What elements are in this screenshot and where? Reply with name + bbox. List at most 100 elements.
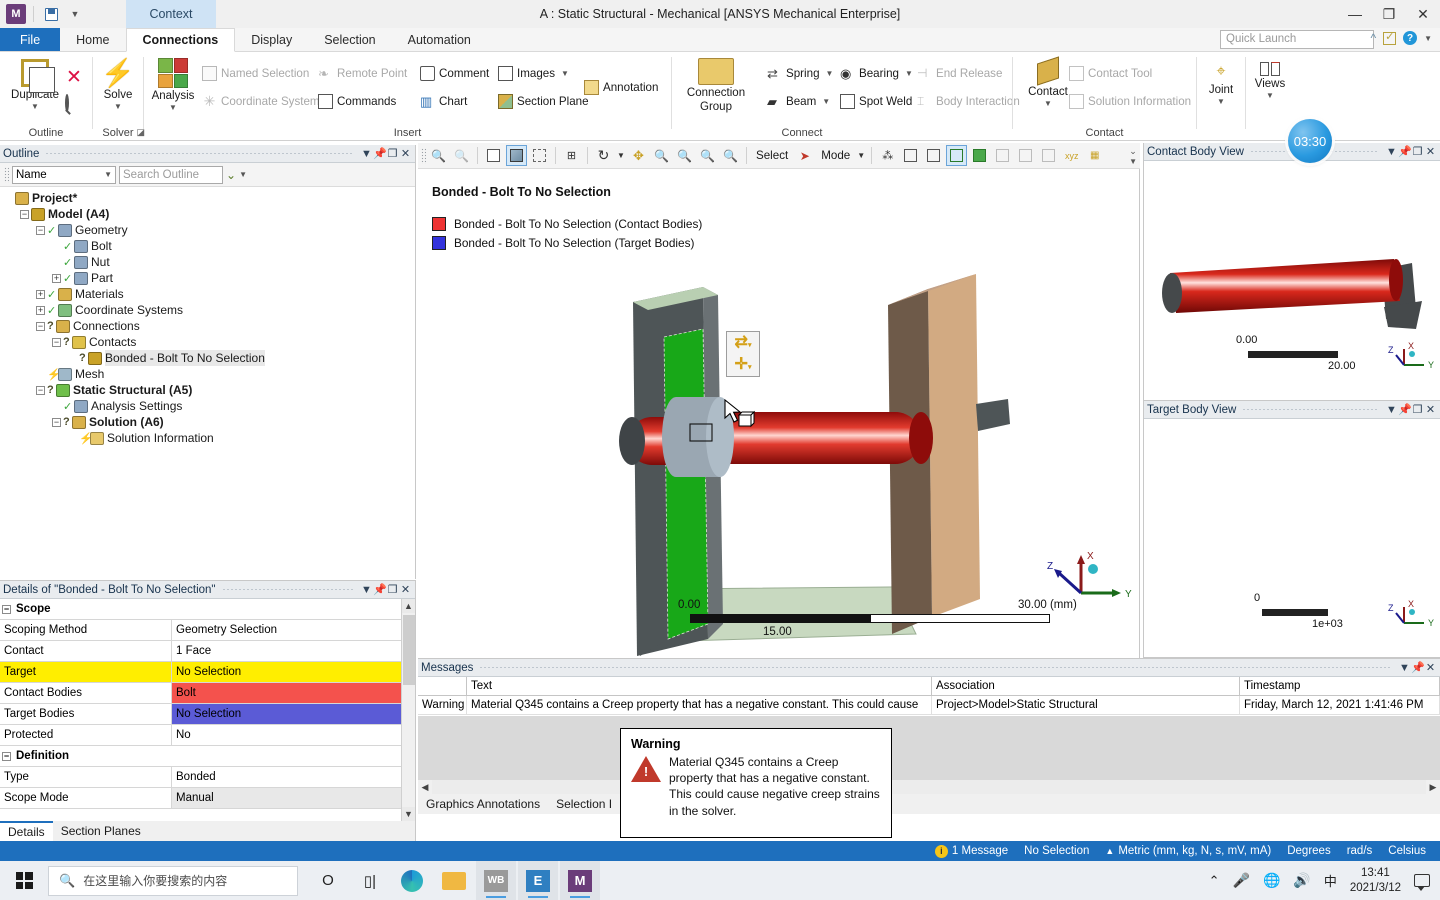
images-dropdown-icon[interactable]: ▼ bbox=[561, 69, 569, 78]
col-text[interactable]: Text bbox=[467, 677, 932, 695]
delete-x-icon[interactable]: ✕ bbox=[66, 66, 82, 89]
wireframe-cube-icon[interactable] bbox=[483, 145, 504, 166]
zoom-out-icon[interactable]: 🔍 bbox=[428, 145, 449, 166]
details-collapse-icon[interactable]: − bbox=[2, 751, 11, 761]
details-field-row[interactable]: Target Bodies No Selection bbox=[0, 704, 401, 725]
tree-collapse-icon[interactable]: − bbox=[36, 321, 45, 331]
messages-close-icon[interactable]: ✕ bbox=[1424, 661, 1437, 674]
duplicate-button[interactable]: Duplicate ▼ bbox=[4, 59, 66, 111]
rotate-dropdown-icon[interactable]: ▼ bbox=[616, 145, 626, 166]
section-plane-button[interactable]: Section Plane bbox=[498, 94, 589, 109]
solve-dropdown-icon[interactable]: ▼ bbox=[114, 102, 122, 111]
tab-graphics-annotations[interactable]: Graphics Annotations bbox=[418, 794, 548, 814]
tab-home[interactable]: Home bbox=[60, 28, 125, 51]
target-view-pin-icon[interactable]: 📌 bbox=[1398, 403, 1412, 416]
zoom-minus-icon[interactable]: 🔍 bbox=[651, 145, 672, 166]
qat-customize-button[interactable]: ▼ bbox=[65, 4, 85, 24]
toolbar-overflow-caret-icon[interactable]: ▼ bbox=[1129, 157, 1137, 166]
details-scrollbar[interactable]: ▲ ▼ bbox=[401, 599, 415, 821]
bearing-button[interactable]: ◉ Bearing ▼ bbox=[840, 66, 913, 81]
target-body-view-canvas[interactable]: 0 1e+03 X Y Z bbox=[1144, 419, 1440, 657]
box-volume-select-icon[interactable] bbox=[1015, 145, 1036, 166]
graphics-viewport[interactable]: Bonded - Bolt To No Selection Bonded - B… bbox=[418, 169, 1140, 658]
edges-cube-icon[interactable] bbox=[529, 145, 550, 166]
zoom-in-icon[interactable]: 🔍 bbox=[451, 145, 472, 166]
details-field-value[interactable]: Bonded bbox=[172, 767, 401, 787]
spot-weld-button[interactable]: Spot Weld bbox=[840, 94, 912, 109]
chart-button[interactable]: ▥ Chart bbox=[420, 94, 467, 109]
messages-scroll-left-icon[interactable]: ◀ bbox=[418, 782, 432, 793]
tree-expand-icon[interactable]: + bbox=[36, 289, 45, 299]
spring-button[interactable]: ⇄ Spring ▼ bbox=[767, 66, 833, 81]
analysis-dropdown-icon[interactable]: ▼ bbox=[169, 103, 177, 112]
engineering-data-icon[interactable]: E bbox=[518, 861, 558, 900]
zoom-plus-icon[interactable]: 🔍 bbox=[674, 145, 695, 166]
outline-tree-item[interactable]: + ✓ Materials bbox=[4, 286, 415, 302]
col-type[interactable] bbox=[418, 677, 467, 695]
details-pin-icon[interactable]: 📌 bbox=[373, 583, 387, 596]
outline-tree-item[interactable]: ⚡ Solution Information bbox=[4, 430, 415, 446]
box-zoom-icon[interactable]: 🔍 bbox=[697, 145, 718, 166]
bearing-dropdown-icon[interactable]: ▼ bbox=[905, 69, 913, 78]
select-arrow-icon[interactable]: ➤ bbox=[794, 145, 815, 166]
magnifier-icon[interactable] bbox=[65, 94, 69, 112]
edge-select-icon[interactable] bbox=[923, 145, 944, 166]
label-icon[interactable]: ▦ bbox=[1084, 145, 1105, 166]
details-field-row[interactable]: Type Bonded bbox=[0, 767, 401, 788]
details-field-row[interactable]: Protected No bbox=[0, 725, 401, 746]
details-scroll-up-icon[interactable]: ▲ bbox=[402, 599, 415, 613]
workbench-icon[interactable]: WB bbox=[476, 861, 516, 900]
details-maximize-icon[interactable]: ❐ bbox=[386, 583, 399, 596]
named-selection-button[interactable]: Named Selection bbox=[202, 66, 309, 81]
details-field-value[interactable]: 1 Face bbox=[172, 641, 401, 661]
analysis-button[interactable]: Analysis ▼ bbox=[144, 58, 202, 112]
target-view-close-icon[interactable]: ✕ bbox=[1424, 403, 1437, 416]
images-button[interactable]: Images ▼ bbox=[498, 66, 569, 81]
outline-search-go-icon[interactable]: ⌄ bbox=[226, 168, 236, 182]
body-select-icon[interactable] bbox=[969, 145, 990, 166]
tree-collapse-icon[interactable]: − bbox=[52, 337, 61, 347]
notifications-icon[interactable] bbox=[1414, 874, 1430, 891]
commands-button[interactable]: Commands bbox=[318, 94, 396, 109]
ime-indicator[interactable]: 中 bbox=[1324, 871, 1337, 890]
save-button[interactable] bbox=[41, 4, 61, 24]
remote-point-button[interactable]: ❧ Remote Point bbox=[318, 66, 407, 81]
mic-icon[interactable]: 🎤 bbox=[1233, 872, 1250, 889]
details-field-value[interactable]: Geometry Selection bbox=[172, 620, 401, 640]
outline-tree-item[interactable]: − Model (A4) bbox=[4, 206, 415, 222]
contact-view-menu-icon[interactable]: ▼ bbox=[1385, 146, 1398, 158]
contact-body-view-canvas[interactable]: 0.00 20.00 X Y Z bbox=[1144, 161, 1440, 400]
tab-selection-information[interactable]: Selection I bbox=[548, 794, 620, 814]
outline-tree-item[interactable]: + ✓ Coordinate Systems bbox=[4, 302, 415, 318]
outline-tree-item[interactable]: ? Bonded - Bolt To No Selection bbox=[4, 350, 415, 366]
tree-expand-icon[interactable]: + bbox=[52, 273, 61, 283]
face-select-icon[interactable] bbox=[946, 145, 968, 166]
beam-dropdown-icon[interactable]: ▼ bbox=[822, 97, 830, 106]
views-button[interactable]: Views ▼ bbox=[1239, 62, 1301, 100]
taskbar-search-input[interactable]: 🔍 在这里输入你要搜索的内容 bbox=[48, 865, 298, 896]
tray-expand-icon[interactable]: ⌃ bbox=[1209, 873, 1220, 889]
xyz-probe-icon[interactable]: xyz bbox=[1061, 145, 1082, 166]
viewport-context-minitoolbar[interactable]: ⇄▾ ✛▾ bbox=[726, 331, 760, 377]
beam-button[interactable]: ▰ Beam ▼ bbox=[767, 94, 830, 109]
outline-tree-item[interactable]: ⚡ Mesh bbox=[4, 366, 415, 382]
details-collapse-icon[interactable]: − bbox=[2, 604, 11, 614]
mode-dropdown-icon[interactable]: ▼ bbox=[856, 145, 866, 166]
tree-collapse-icon[interactable]: − bbox=[52, 417, 61, 427]
tab-section-planes[interactable]: Section Planes bbox=[53, 821, 149, 841]
solve-button[interactable]: ⚡ Solve ▼ bbox=[87, 60, 149, 112]
help-icon[interactable]: ? bbox=[1403, 31, 1418, 45]
graphics-toolbar-grip[interactable] bbox=[421, 147, 426, 164]
outline-maximize-icon[interactable]: ❐ bbox=[386, 147, 399, 160]
single-select-icon[interactable] bbox=[992, 145, 1013, 166]
swap-contact-target-icon[interactable]: ⇄▾ bbox=[735, 335, 752, 351]
file-explorer-icon[interactable] bbox=[434, 861, 474, 900]
messages-scroll-right-icon[interactable]: ▶ bbox=[1426, 782, 1440, 793]
details-field-value[interactable]: No Selection bbox=[172, 704, 401, 724]
outline-tree-item[interactable]: Project* bbox=[4, 190, 415, 206]
outline-tree-item[interactable]: ✓ Bolt bbox=[4, 238, 415, 254]
tab-display[interactable]: Display bbox=[235, 28, 308, 51]
details-scroll-down-icon[interactable]: ▼ bbox=[402, 807, 415, 821]
outline-tree-item[interactable]: −? Static Structural (A5) bbox=[4, 382, 415, 398]
restore-button[interactable]: ❐ bbox=[1372, 0, 1406, 28]
